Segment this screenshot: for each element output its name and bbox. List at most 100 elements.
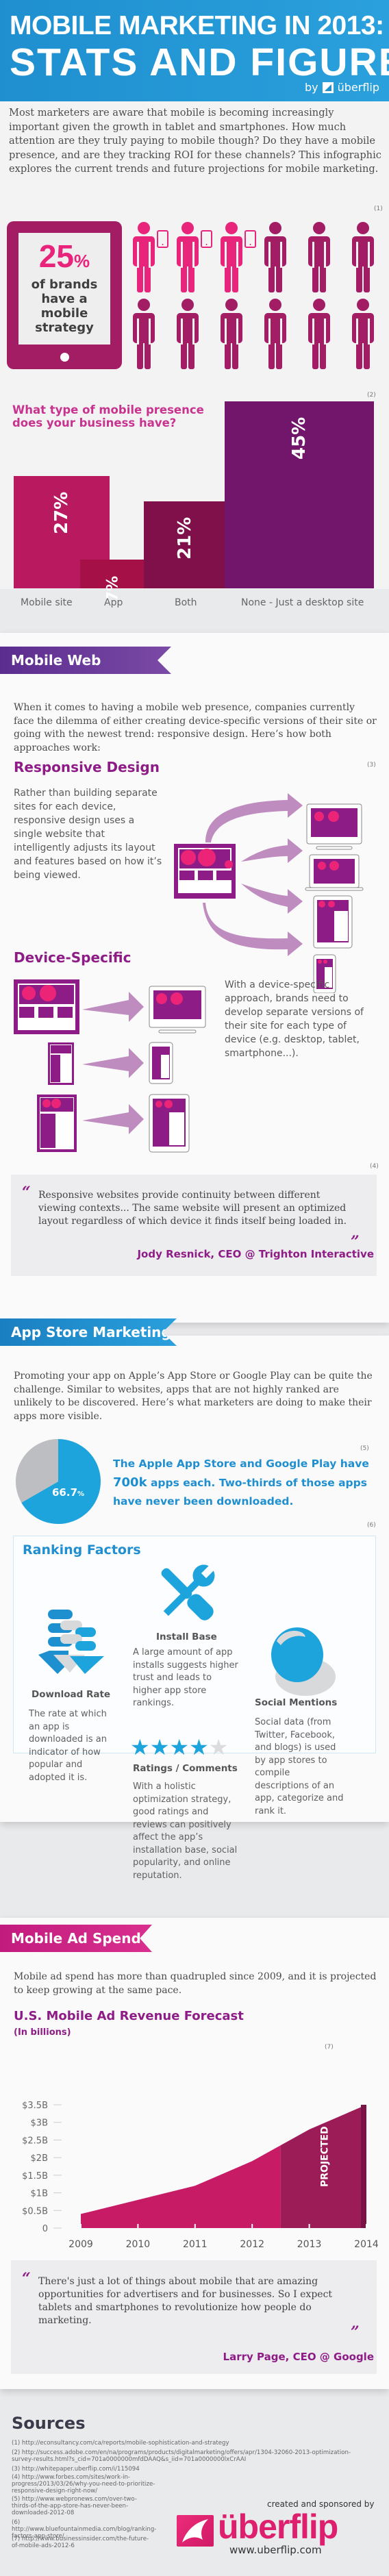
- ref-1: (1): [374, 205, 383, 212]
- phone-site-icon: [48, 1042, 74, 1085]
- app-pie-chart: [15, 1439, 101, 1524]
- star-filled-icon: ★: [130, 1734, 150, 1760]
- quote-text-page: There's just a lot of things about mobil…: [38, 2276, 333, 2326]
- x-tick-label: 2010: [126, 2239, 151, 2250]
- area-actual: [81, 2145, 281, 2228]
- responsive-design-title: Responsive Design: [14, 759, 160, 775]
- star-filled-icon: ★: [189, 1734, 209, 1760]
- stat-caption: of brands have a mobile strategy: [31, 277, 98, 335]
- bar-category-label: None - Just a desktop site: [241, 597, 364, 608]
- person-icon: [264, 222, 286, 292]
- phone-device-icon: [149, 1042, 173, 1084]
- star-empty-icon: ★: [208, 1734, 229, 1760]
- factor-title-download-rate: Download Rate: [32, 1689, 111, 1700]
- projected-label: PROJECTED: [319, 2126, 330, 2187]
- ref-6: (6): [367, 1522, 376, 1529]
- person-with-tablet-icon: [133, 222, 168, 292]
- factor-title-ratings: Ratings / Comments: [133, 1763, 238, 1774]
- factor-title-install-base: Install Base: [156, 1631, 217, 1642]
- x-tick-label: 2014: [354, 2239, 379, 2250]
- pie-value-label: 66.7%: [52, 1486, 85, 1499]
- desktop-device-icon: [306, 803, 362, 850]
- bar-value-label: 45%: [289, 416, 310, 460]
- arrow-to-laptop-icon: [241, 838, 303, 863]
- area-projected-edge: [361, 2105, 366, 2228]
- uberflip-logo-icon: [177, 2515, 214, 2547]
- bar-value-label: 21%: [175, 516, 195, 560]
- sources-title: Sources: [12, 2414, 86, 2433]
- y-tick-label: $1.5B: [22, 2171, 48, 2181]
- star-filled-icon: ★: [149, 1734, 170, 1760]
- ad-spend-ribbon: Mobile Ad Spend: [0, 1925, 152, 1952]
- ref-5: (5): [360, 1445, 369, 1452]
- quote-author-resnick: Jody Resnick, CEO @ Trighton Interactive: [137, 1248, 374, 1260]
- person-icon: [308, 299, 330, 369]
- person-icon: [352, 299, 374, 369]
- device-specific-title: Device-Specific: [14, 949, 131, 966]
- quote-text-resnick: Responsive websites provide continuity b…: [38, 1190, 347, 1227]
- open-quote-icon: “: [22, 2270, 31, 2288]
- ref-7: (7): [325, 2044, 334, 2051]
- device-specific-diagram: [14, 979, 206, 1153]
- install-base-tools-icon: [161, 1564, 215, 1621]
- ref-3: (3): [367, 762, 376, 768]
- y-tick-label: $3.5B: [22, 2101, 48, 2111]
- device-specific-text: With a device-specific approach, brands …: [225, 979, 364, 1059]
- x-tick-label: 2012: [240, 2239, 264, 2250]
- factor-text-download-rate: The rate at which an app is downloaded i…: [29, 1709, 107, 1783]
- title-line-1: MOBILE MARKETING IN 2013:: [10, 11, 384, 40]
- source-link[interactable]: (5) http://www.webpronews.com/over-two-t…: [12, 2496, 155, 2516]
- person-icon: [221, 299, 242, 369]
- factor-text-install-base: A large amount of app installs suggests …: [133, 1647, 238, 1708]
- open-quote-icon: “: [22, 1184, 31, 1201]
- presence-chart-title: What type of mobile presence does your b…: [12, 403, 204, 429]
- responsive-diagram: [174, 793, 364, 993]
- tablet-stat-icon: 25% of brands have a mobile strategy: [7, 221, 122, 369]
- site-mockup-icon: [174, 844, 236, 899]
- ref-2: (2): [367, 392, 376, 399]
- rating-stars: ★★★★★: [130, 1734, 228, 1760]
- source-link[interactable]: (2) http://success.adobe.com/en/na/progr…: [12, 2449, 368, 2463]
- desktop-site-icon: [14, 979, 79, 1034]
- factor-text-ratings: With a holistic optimization strategy, g…: [133, 1781, 238, 1881]
- source-link[interactable]: (1) http://econsultancy.com/ca/reports/m…: [12, 2440, 368, 2447]
- person-icon: [308, 222, 330, 292]
- source-link[interactable]: (3) http://whitepaper.uberflip.com/i/115…: [12, 2466, 368, 2473]
- x-tick-label: 2011: [183, 2239, 208, 2250]
- factor-title-social-mentions: Social Mentions: [255, 1697, 338, 1708]
- y-tick-label: $0.5B: [22, 2206, 48, 2216]
- x-tick-label: 2013: [297, 2239, 322, 2250]
- arrow-to-tablet-icon: [241, 884, 303, 914]
- app-store-text: Promoting your app on Apple’s App Store …: [14, 1371, 373, 1422]
- y-tick-label: $2B: [31, 2153, 48, 2164]
- quote-author-page: Larry Page, CEO @ Google: [223, 2351, 374, 2363]
- source-link[interactable]: (7) http://www.businessinsider.com/the-f…: [12, 2536, 155, 2549]
- y-tick-label: $2.5B: [22, 2136, 48, 2146]
- stat-25-percent: 25%: [38, 238, 90, 274]
- ranking-factors-title: Ranking Factors: [23, 1542, 141, 1558]
- responsive-text: Rather than building separate sites for …: [14, 788, 162, 881]
- sponsor-url[interactable]: www.uberflip.com: [229, 2544, 322, 2556]
- app-store-ribbon: App Store Marketing: [0, 1318, 177, 1346]
- y-tick-label: $3B: [31, 2118, 48, 2129]
- factor-text-social-mentions: Social data (from Twitter, Facebook, and…: [255, 1717, 344, 1816]
- arrow-desktop-icon: [82, 992, 144, 1022]
- uberflip-logo-icon: [322, 82, 334, 93]
- source-link[interactable]: (4) http://www.forbes.com/sites/work-in-…: [12, 2474, 155, 2494]
- desktop-device-icon: [149, 986, 206, 1034]
- tablet-home-button: [60, 353, 69, 362]
- bar-value-label: 27%: [51, 491, 72, 535]
- person-icon: [264, 299, 286, 369]
- bar-category-label: Mobile site: [21, 597, 73, 608]
- tablet-device-icon: [313, 895, 353, 949]
- web-strategy-ribbon: Mobile Web Strategy: [0, 647, 171, 674]
- sponsor-name: überflip: [218, 2508, 338, 2546]
- x-tick-label: 2009: [68, 2239, 93, 2250]
- person-icon: [133, 299, 155, 369]
- arrow-to-desktop-icon: [205, 793, 303, 842]
- y-tick-label: 0: [42, 2224, 48, 2234]
- ad-chart-title: U.S. Mobile Ad Revenue Forecast: [14, 2009, 244, 2023]
- bar-category-label: App: [104, 597, 123, 608]
- arrow-tablet-icon: [82, 1104, 144, 1134]
- bar-category-label: Both: [175, 597, 197, 608]
